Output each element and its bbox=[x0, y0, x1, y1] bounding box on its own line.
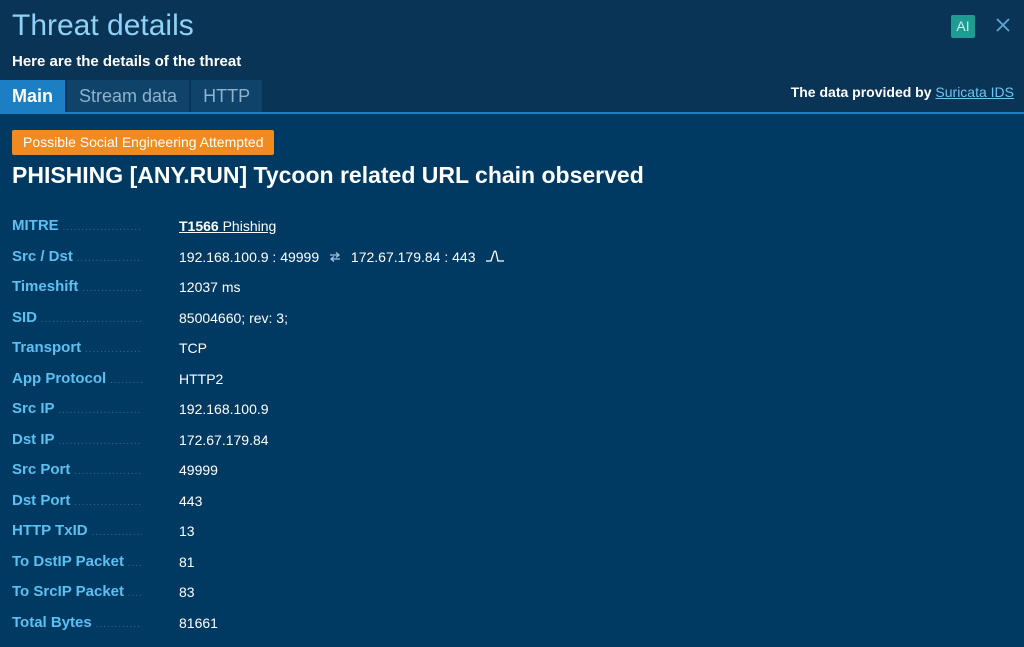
detail-row-src-ip: Src IP 192.168.100.9 bbox=[12, 395, 1012, 426]
detail-label: Src / Dst bbox=[12, 248, 142, 265]
detail-label: Transport bbox=[12, 339, 142, 356]
detail-label: App Protocol bbox=[12, 370, 142, 387]
detail-row-dst-ip: Dst IP 172.67.179.84 bbox=[12, 426, 1012, 457]
threat-category-badge: Possible Social Engineering Attempted bbox=[12, 130, 275, 155]
detail-value: 81661 bbox=[179, 614, 218, 631]
detail-label: HTTP TxID bbox=[12, 522, 142, 539]
detail-row-transport: Transport TCP bbox=[12, 334, 1012, 365]
mitre-technique-name: Phishing bbox=[222, 218, 277, 234]
detail-label: To SrcIP Packet bbox=[12, 583, 142, 600]
detail-value: 443 bbox=[179, 492, 203, 509]
detail-row-to-srcip-packet: To SrcIP Packet 83 bbox=[12, 578, 1012, 609]
detail-row-sid: SID 85004660; rev: 3; bbox=[12, 304, 1012, 335]
detail-row-src-dst: Src / Dst 192.168.100.9 : 49999 172.67.1… bbox=[12, 243, 1012, 274]
threat-name: PHISHING [ANY.RUN] Tycoon related URL ch… bbox=[12, 162, 644, 188]
detail-value: 13 bbox=[179, 523, 195, 539]
detail-label: Dst Port bbox=[12, 492, 142, 509]
detail-row-app-protocol: App Protocol HTTP2 bbox=[12, 365, 1012, 396]
detail-row-src-port: Src Port 49999 bbox=[12, 456, 1012, 487]
detail-label: To DstIP Packet bbox=[12, 553, 142, 570]
dialog-header: Threat details Here are the details of t… bbox=[0, 0, 1024, 113]
detail-row-http-txid: HTTP TxID 13 bbox=[12, 517, 1012, 548]
suricata-ids-link[interactable]: Suricata IDS bbox=[935, 84, 1014, 100]
detail-label: Total Bytes bbox=[12, 614, 142, 631]
dialog-title: Threat details bbox=[12, 9, 194, 42]
data-provider-note: The data provided by Suricata IDS bbox=[791, 84, 1014, 100]
detail-value: HTTP2 bbox=[179, 370, 224, 387]
provider-prefix: The data provided by bbox=[790, 84, 932, 100]
detail-value: T1566 Phishing bbox=[179, 218, 276, 234]
detail-row-to-dstip-packet: To DstIP Packet 81 bbox=[12, 548, 1012, 579]
src-endpoint: 192.168.100.9 : 49999 bbox=[179, 248, 320, 265]
detail-value: 12037 ms bbox=[179, 279, 241, 295]
tab-http[interactable]: HTTP bbox=[191, 80, 263, 113]
detail-value: 83 bbox=[179, 584, 195, 600]
signal-pulse-icon[interactable] bbox=[485, 249, 505, 266]
mitre-technique-id: T1566 bbox=[179, 218, 219, 234]
detail-label: Src IP bbox=[12, 400, 142, 417]
detail-label: Dst IP bbox=[12, 431, 142, 448]
detail-label: Timeshift bbox=[12, 278, 142, 295]
detail-label: Src Port bbox=[12, 461, 142, 478]
mitre-technique-link[interactable]: T1566 Phishing bbox=[179, 218, 276, 234]
threat-details-list: MITRE T1566 Phishing Src / Dst 192.168.1… bbox=[12, 212, 1012, 639]
tab-underline bbox=[0, 112, 1024, 114]
detail-value: 49999 bbox=[179, 462, 218, 478]
detail-row-dst-port: Dst Port 443 bbox=[12, 487, 1012, 518]
dialog-subtitle: Here are the details of the threat bbox=[12, 53, 242, 70]
detail-label: MITRE bbox=[12, 217, 142, 234]
detail-row-timeshift: Timeshift 12037 ms bbox=[12, 273, 1012, 304]
detail-value: 172.67.179.84 bbox=[179, 431, 269, 448]
detail-value: 192.168.100.9 : 49999 172.67.179.84 : 44… bbox=[179, 249, 511, 267]
tab-stream-data[interactable]: Stream data bbox=[67, 80, 190, 113]
detail-value: TCP bbox=[179, 340, 207, 356]
detail-value: 192.168.100.9 bbox=[179, 401, 269, 417]
detail-value: 85004660; rev: 3; bbox=[179, 309, 288, 326]
close-icon bbox=[996, 18, 1010, 32]
dst-endpoint: 172.67.179.84 : 443 bbox=[350, 248, 476, 265]
detail-row-total-bytes: Total Bytes 81661 bbox=[12, 609, 1012, 640]
detail-row-mitre: MITRE T1566 Phishing bbox=[12, 212, 1012, 243]
detail-value: 81 bbox=[179, 553, 195, 570]
close-button[interactable] bbox=[993, 14, 1013, 36]
swap-arrows-icon bbox=[329, 250, 341, 266]
tab-main[interactable]: Main bbox=[0, 80, 66, 113]
ai-button[interactable]: AI bbox=[951, 15, 975, 38]
tab-bar: Main Stream data HTTP bbox=[0, 80, 264, 113]
detail-label: SID bbox=[12, 309, 142, 326]
